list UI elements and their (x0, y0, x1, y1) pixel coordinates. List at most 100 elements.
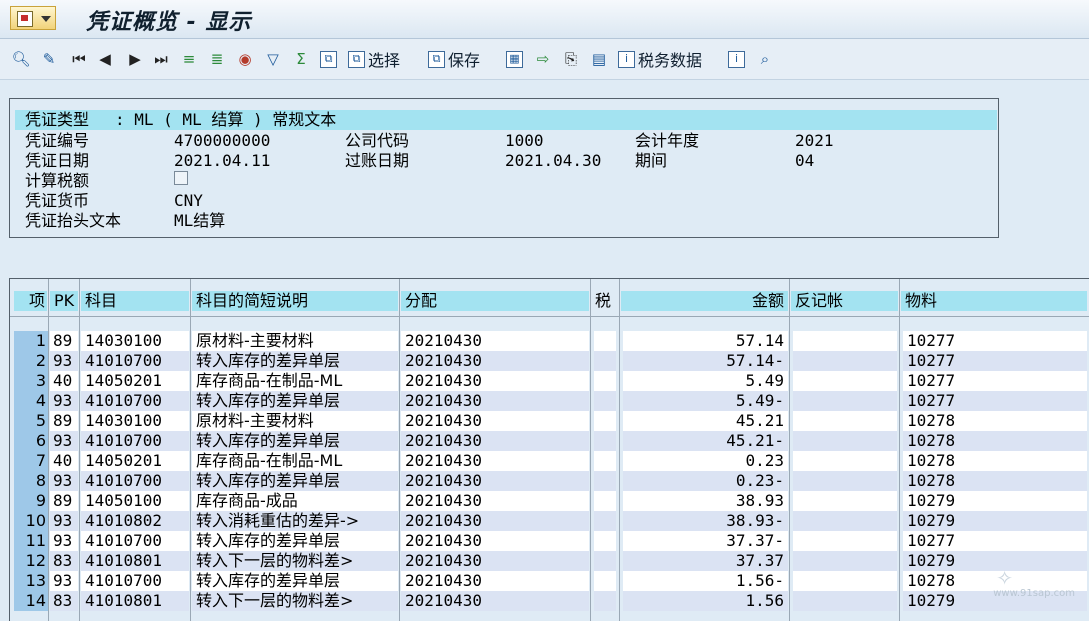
doc-date-value: 2021.04.11 (174, 151, 271, 170)
cell-assignment: 20210430 (401, 471, 589, 491)
column-header-item[interactable]: 项 (14, 291, 47, 311)
save-layout-button[interactable]: ⧉ 保存 (428, 49, 480, 70)
cell-reversal (793, 471, 897, 491)
cell-assignment: 20210430 (401, 351, 589, 371)
previous-page-button[interactable]: ◀︎ (96, 49, 114, 69)
display-document-button[interactable]: 🔍︎ (11, 49, 31, 69)
clipboard-icon: ⎘ (564, 50, 577, 68)
total-button[interactable]: Σ (292, 49, 310, 69)
column-header-amount[interactable]: 金额 (621, 291, 788, 311)
cell-amount: 0.23 (623, 451, 788, 471)
cell-reversal (793, 351, 897, 371)
application-toolbar: 🔍︎ ✎ ⏮︎ ◀︎ ▶︎ ⏭︎ ≡ ≣ ◉ ▽ Σ ⧉ ⧉ 选择 ⧉ 保存 ▦ ⇨… (0, 39, 1089, 80)
header-text-label: 凭证抬头文本 (25, 211, 122, 230)
cell-material: 10279 (903, 511, 1087, 531)
subtotal-button[interactable]: ⧉ (320, 49, 337, 69)
watermark-logo: ✧ (996, 566, 1019, 590)
cell-account-desc: 库存商品-在制品-ML (192, 451, 398, 471)
calc-tax-checkbox[interactable] (174, 171, 188, 185)
cell-reversal (793, 511, 897, 531)
cell-amount: 5.49- (623, 391, 788, 411)
column-header-pk[interactable]: PK (50, 291, 78, 311)
save-layout-icon: ⧉ (428, 50, 445, 68)
next-page-icon: ▶︎ (129, 50, 141, 68)
table-row[interactable]: 8 93 41010700 转入库存的差异单层 20210430 0.23- 10278 (10, 471, 1089, 491)
table-row[interactable]: 5 89 14030100 原材料-主要材料 20210430 45.21 10278 (10, 411, 1089, 431)
table-row[interactable]: 12 83 41010801 转入下一层的物料差> 20210430 37.37 10279 (10, 551, 1089, 571)
cell-amount: 38.93- (623, 511, 788, 531)
select-layout-button[interactable]: ⧉ 选择 (348, 49, 401, 70)
table-row[interactable]: 7 40 14050201 库存商品-在制品-ML 20210430 0.23 10278 (10, 451, 1089, 471)
table-row[interactable]: 3 40 14050201 库存商品-在制品-ML 20210430 5.49 10277 (10, 371, 1089, 391)
header-text-value: ML结算 (174, 211, 226, 230)
select-label: 选择 (368, 51, 401, 70)
info-button[interactable]: i (728, 49, 745, 69)
column-header-material[interactable]: 物料 (901, 291, 1087, 311)
fiscal-year-value: 2021 (795, 131, 834, 150)
table-row[interactable]: 10 93 41010802 转入消耗重估的差异-> 20210430 38.93- 102… (10, 511, 1089, 531)
cell-account-desc: 转入下一层的物料差> (192, 591, 398, 611)
cell-account-desc: 转入库存的差异单层 (192, 431, 398, 451)
cell-reversal (793, 411, 897, 431)
first-page-button[interactable]: ⏮︎ (70, 49, 88, 69)
column-header-assignment[interactable]: 分配 (401, 291, 589, 311)
cell-assignment: 20210430 (401, 451, 589, 471)
find-button[interactable]: ◉ (236, 49, 254, 69)
subtotal-icon: ⧉ (320, 50, 337, 68)
table-row[interactable]: 11 93 41010700 转入库存的差异单层 20210430 37.37- 10277 (10, 531, 1089, 551)
cell-assignment: 20210430 (401, 551, 589, 571)
table-row[interactable]: 9 89 14050100 库存商品-成品 20210430 38.93 10279 (10, 491, 1089, 511)
column-header-account[interactable]: 科目 (81, 291, 189, 311)
next-page-button[interactable]: ▶︎ (126, 49, 144, 69)
table-row[interactable]: 2 93 41010700 转入库存的差异单层 20210430 57.14- 10277 (10, 351, 1089, 371)
cell-material: 10278 (903, 451, 1087, 471)
system-menu-icon[interactable] (10, 6, 56, 30)
table-row[interactable]: 6 93 41010700 转入库存的差异单层 20210430 45.21- 10278 (10, 431, 1089, 451)
cell-account-desc: 原材料-主要材料 (192, 331, 398, 351)
document-type-row: 凭证类型 : ML ( ML 结算 ) 常规文本 (15, 110, 997, 130)
cell-amount: 37.37- (623, 531, 788, 551)
cell-reversal (793, 331, 897, 351)
last-page-button[interactable]: ⏭︎ (152, 49, 170, 69)
cell-amount: 0.23- (623, 471, 788, 491)
cell-reversal (793, 491, 897, 511)
cell-reversal (793, 431, 897, 451)
table-row[interactable]: 14 83 41010801 转入下一层的物料差> 20210430 1.56 10279 (10, 591, 1089, 611)
column-header-tax[interactable]: 税 (592, 291, 618, 311)
cell-pk: 89 (50, 331, 78, 351)
cell-item: 11 (14, 531, 48, 551)
cell-amount: 1.56 (623, 591, 788, 611)
table-row[interactable]: 1 89 14030100 原材料-主要材料 20210430 57.14 10277 (10, 331, 1089, 351)
filter-button[interactable]: ▽ (264, 49, 282, 69)
cell-account: 14050201 (81, 451, 189, 471)
sort-descending-icon: ≣ (210, 50, 224, 68)
copy-button[interactable]: ⎘ (562, 49, 580, 69)
cell-assignment: 20210430 (401, 331, 589, 351)
cell-assignment: 20210430 (401, 391, 589, 411)
cell-tax (594, 551, 616, 571)
display-references-button[interactable]: ⌕ (756, 49, 774, 69)
calculator-button[interactable]: ▤ (590, 49, 608, 69)
sort-ascending-button[interactable]: ≡ (180, 49, 198, 69)
sort-descending-button[interactable]: ≣ (208, 49, 226, 69)
page-title: 凭证概览 - 显示 (86, 10, 252, 35)
column-header-reversal[interactable]: 反记帐 (791, 291, 898, 311)
posting-date-value: 2021.04.30 (505, 151, 602, 170)
table-row[interactable]: 4 93 41010700 转入库存的差异单层 20210430 5.49- 10277 (10, 391, 1089, 411)
table-row[interactable]: 13 93 41010700 转入库存的差异单层 20210430 1.56- 10278 (10, 571, 1089, 591)
calculator-icon: ▤ (591, 50, 607, 68)
filter-icon: ▽ (267, 50, 279, 68)
cell-material: 10277 (903, 331, 1087, 351)
export-button[interactable]: ⇨ (534, 49, 552, 69)
magnify-document-icon: 🔍︎ (11, 50, 31, 68)
cell-material: 10278 (903, 431, 1087, 451)
title-bar: 凭证概览 - 显示 (0, 0, 1089, 39)
tax-data-button[interactable]: i 税务数据 (618, 49, 702, 70)
cell-pk: 93 (50, 511, 78, 531)
cell-pk: 93 (50, 431, 78, 451)
column-header-account-desc[interactable]: 科目的简短说明 (192, 291, 398, 311)
taxes-button[interactable]: ▦ (506, 49, 523, 69)
cell-account-desc: 转入库存的差异单层 (192, 351, 398, 371)
doc-date-label: 凭证日期 (25, 151, 90, 170)
edit-button[interactable]: ✎ (40, 49, 58, 69)
